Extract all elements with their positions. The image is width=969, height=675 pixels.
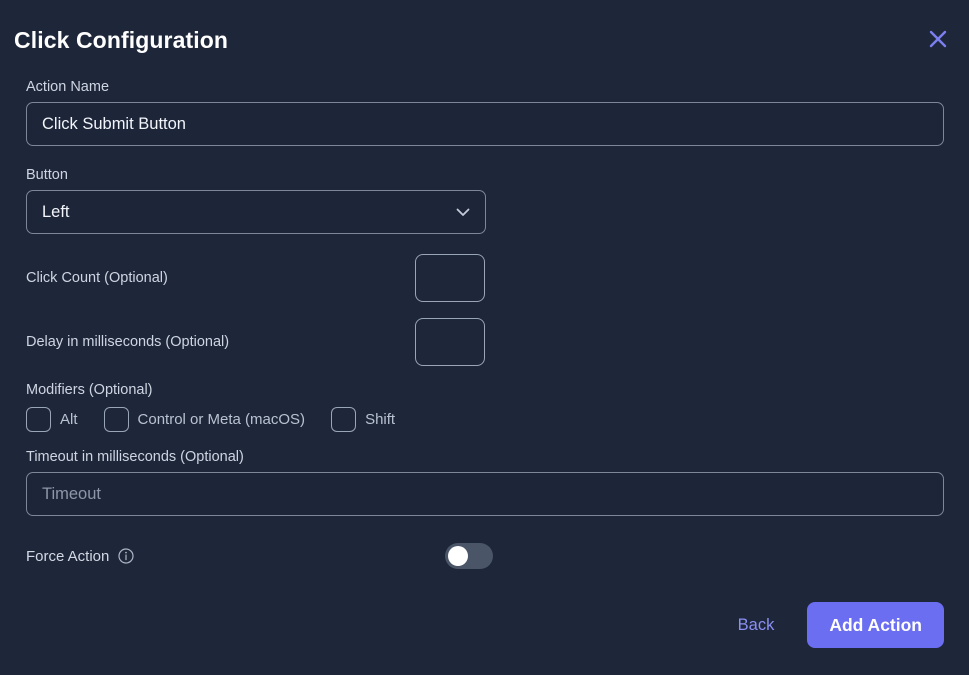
action-name-input[interactable] xyxy=(26,102,944,146)
modifier-checkbox-control-meta[interactable]: Control or Meta (macOS) xyxy=(103,406,306,432)
toggle-knob xyxy=(448,546,469,566)
force-action-label: Force Action xyxy=(26,547,110,565)
modifier-checkbox-shift[interactable]: Shift xyxy=(331,406,396,432)
dialog-footer: Back Add Action xyxy=(738,602,944,648)
click-count-input[interactable] xyxy=(415,254,485,302)
configuration-form: Action Name Button Left Click Count (Opt… xyxy=(26,78,944,576)
force-action-toggle[interactable] xyxy=(445,543,494,569)
modifier-checkbox-alt[interactable]: Alt xyxy=(26,406,78,432)
action-name-field-group: Action Name xyxy=(26,78,944,146)
click-count-label: Click Count (Optional) xyxy=(26,270,168,286)
delay-input[interactable] xyxy=(415,318,485,366)
checkbox-box xyxy=(331,406,357,432)
close-icon xyxy=(927,28,949,50)
back-button[interactable]: Back xyxy=(738,616,775,635)
info-icon[interactable] xyxy=(118,548,134,564)
timeout-field-group: Timeout in milliseconds (Optional) xyxy=(26,448,944,516)
delay-row: Delay in milliseconds (Optional) xyxy=(26,318,944,366)
modifier-label: Control or Meta (macOS) xyxy=(137,410,306,428)
click-configuration-dialog: Click Configuration Action Name Button L… xyxy=(0,0,969,675)
close-button[interactable] xyxy=(923,24,953,54)
timeout-input[interactable] xyxy=(26,472,944,516)
checkbox-box xyxy=(26,406,51,432)
modifier-label: Shift xyxy=(365,410,396,428)
delay-label: Delay in milliseconds (Optional) xyxy=(26,334,230,350)
page-title: Click Configuration xyxy=(14,27,229,53)
add-action-button[interactable]: Add Action xyxy=(807,602,944,648)
modifiers-label: Modifiers (Optional) xyxy=(26,382,153,398)
button-field-group: Button Left xyxy=(26,166,944,234)
force-action-row: Force Action xyxy=(26,536,944,576)
click-count-row: Click Count (Optional) xyxy=(26,254,944,302)
checkbox-box xyxy=(103,406,129,432)
modifiers-group: Modifiers (Optional) Alt Control or Meta… xyxy=(26,382,944,434)
force-action-label-wrap: Force Action xyxy=(26,548,134,565)
dialog-header: Click Configuration xyxy=(14,24,955,58)
modifier-label: Alt xyxy=(60,410,78,428)
action-name-label: Action Name xyxy=(26,79,110,95)
button-label: Button xyxy=(26,167,68,183)
timeout-label: Timeout in milliseconds (Optional) xyxy=(26,449,244,465)
button-select[interactable]: Left xyxy=(26,190,486,234)
button-select-value: Left xyxy=(42,202,70,221)
